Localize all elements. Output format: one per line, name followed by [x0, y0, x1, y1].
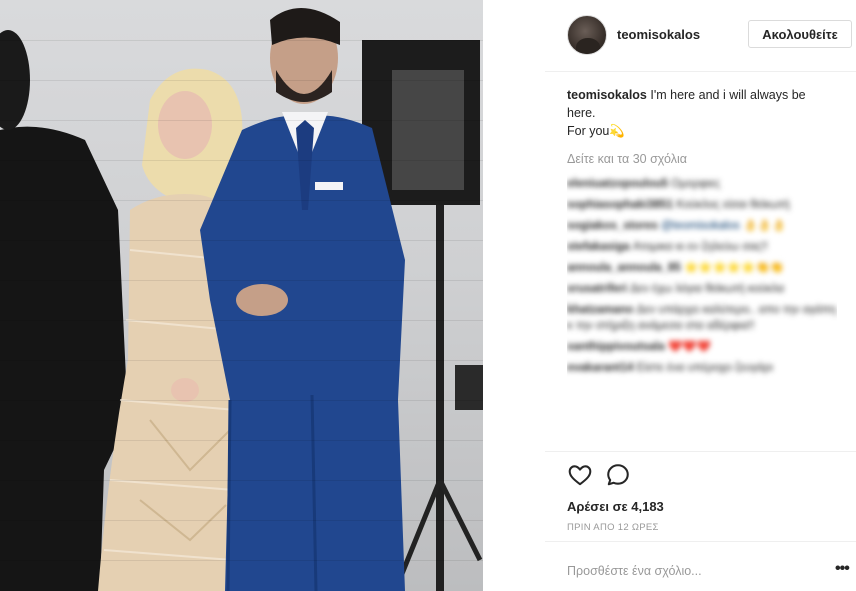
- more-options-icon[interactable]: •••: [835, 560, 850, 578]
- comment-username[interactable]: xanthippivoutsala: [567, 341, 665, 353]
- post-timestamp: ΠΡΙΝ ΑΠΟ 12 ΩΡΕΣ: [567, 522, 659, 533]
- caption-username[interactable]: teomisokalos: [567, 88, 647, 102]
- comment-item: xanthippivoutsala ❤️❤️❤️: [567, 339, 837, 355]
- comment-icon[interactable]: [605, 462, 631, 488]
- heart-icon[interactable]: [567, 462, 593, 488]
- post-caption: teomisokalos I'm here and i will always …: [567, 86, 837, 140]
- following-button[interactable]: Ακολουθείτε: [748, 20, 852, 48]
- likes-count[interactable]: Αρέσει σε 4,183: [567, 499, 664, 514]
- caption-line-2: For you: [567, 124, 610, 138]
- post-photo[interactable]: [0, 0, 483, 591]
- comment-username[interactable]: annoula_annoula_85: [567, 262, 681, 274]
- comment-text: Ατομικα κι εν ζηλεύω σας!!: [632, 241, 768, 253]
- comment-item: khatzamano Δεν υπάρχει καλύτερο.. απο τη…: [567, 302, 837, 334]
- comment-username[interactable]: stefakasiga: [567, 241, 630, 253]
- comment-text: Ομορφιες: [671, 178, 721, 190]
- comment-text: Κούκλος είσαι θεϊκωτή: [676, 199, 790, 211]
- add-comment-input[interactable]: Προσθέστε ένα σχόλιο...: [567, 564, 702, 578]
- comment-item: stefakasiga Ατομικα κι εν ζηλεύω σας!!: [567, 239, 837, 255]
- post-actions-bar: [545, 451, 856, 496]
- add-comment-bar: Προσθέστε ένα σχόλιο... •••: [545, 541, 856, 591]
- comment-username[interactable]: xrusatriferi: [567, 283, 627, 295]
- comment-username[interactable]: sophiasophaki3851: [567, 199, 673, 211]
- post-side-panel: teomisokalos Ακολουθείτε teomisokalos I'…: [545, 0, 856, 591]
- comment-username[interactable]: evakarant14: [567, 362, 634, 374]
- comments-section[interactable]: teomisokalos I'm here and i will always …: [567, 86, 837, 451]
- comment-item: evakarant14 Είστε ένα υπέροχο ζευγάρι: [567, 360, 837, 376]
- comment-username[interactable]: eleniuatzopoulou5: [567, 178, 668, 190]
- username-link[interactable]: teomisokalos: [617, 27, 700, 42]
- instagram-post-frame: teomisokalos Ακολουθείτε teomisokalos I'…: [0, 0, 856, 591]
- view-all-comments-link[interactable]: Δείτε και τα 30 σχόλια: [567, 150, 837, 168]
- sparkle-emoji: 💫: [609, 124, 625, 138]
- brick-wall-background: [0, 0, 483, 591]
- comment-item: sogiakos_stores @teomisokalos 👌👌👌: [567, 218, 837, 234]
- comment-text: Είστε ένα υπέροχο ζευγάρι: [636, 362, 773, 374]
- comment-text: @teomisokalos 👌👌👌: [660, 220, 786, 232]
- avatar[interactable]: [567, 15, 607, 55]
- comment-item: annoula_annoula_85 ⭐⭐⭐⭐⭐👏👏: [567, 260, 837, 276]
- comment-username[interactable]: khatzamano: [567, 304, 633, 316]
- post-header: teomisokalos Ακολουθείτε: [545, 0, 856, 72]
- comment-text: ⭐⭐⭐⭐⭐👏👏: [683, 262, 785, 274]
- comment-item: sophiasophaki3851 Κούκλος είσαι θεϊκωτή: [567, 197, 837, 213]
- comment-text: ❤️❤️❤️: [667, 341, 711, 353]
- comments-list: eleniuatzopoulou5 Ομορφιες sophiasophaki…: [567, 176, 837, 376]
- comment-text: Δεν έχω λόγια θεϊκωτή κούκλα: [630, 283, 785, 295]
- comment-username[interactable]: sogiakos_stores: [567, 220, 658, 232]
- comment-item: xrusatriferi Δεν έχω λόγια θεϊκωτή κούκλ…: [567, 281, 837, 297]
- comment-item: eleniuatzopoulou5 Ομορφιες: [567, 176, 837, 192]
